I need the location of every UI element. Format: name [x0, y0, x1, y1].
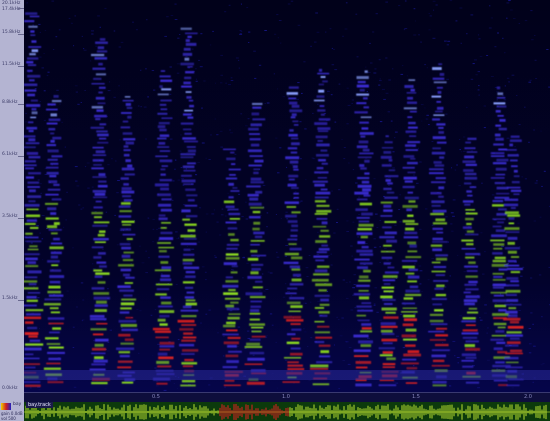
track-name: bay	[13, 402, 22, 407]
time-label: 1.0	[282, 394, 290, 400]
track-meta-item: 500	[8, 415, 16, 421]
freq-label: 1.5kHz	[2, 296, 18, 301]
track-tag: bay.track	[26, 402, 53, 408]
time-label: 1.5	[412, 394, 420, 400]
track-color-icon[interactable]	[1, 403, 11, 410]
waveform-track[interactable]: bay.track	[24, 402, 550, 421]
freq-label: 0.0kHz	[2, 386, 18, 391]
track-meta-item: vol	[1, 415, 7, 421]
waveform	[24, 404, 550, 420]
frequency-axis: 20.1kHz 17.4kHz 15.8kHz 11.5kHz 8.8kHz 6…	[0, 0, 25, 392]
spectrogram-view[interactable]	[24, 0, 550, 392]
freq-label: 20.1kHz	[2, 1, 21, 6]
track-controls: bay gain 0.0dB vol 500	[0, 392, 24, 421]
time-label: 2.0	[524, 394, 532, 400]
track-meta: gain 0.0dB vol 500	[1, 411, 23, 421]
time-ruler: 0.5 1.0 1.5 2.0	[24, 392, 550, 402]
freq-label: 6.1kHz	[2, 152, 18, 157]
waveform-peaks	[25, 404, 547, 420]
time-label: 0.5	[152, 394, 160, 400]
low-frequency-band	[24, 370, 550, 380]
spectrogram-window: 20.1kHz 17.4kHz 15.8kHz 11.5kHz 8.8kHz 6…	[0, 0, 550, 421]
freq-label: 3.5kHz	[2, 214, 18, 219]
freq-label: 8.8kHz	[2, 100, 18, 105]
